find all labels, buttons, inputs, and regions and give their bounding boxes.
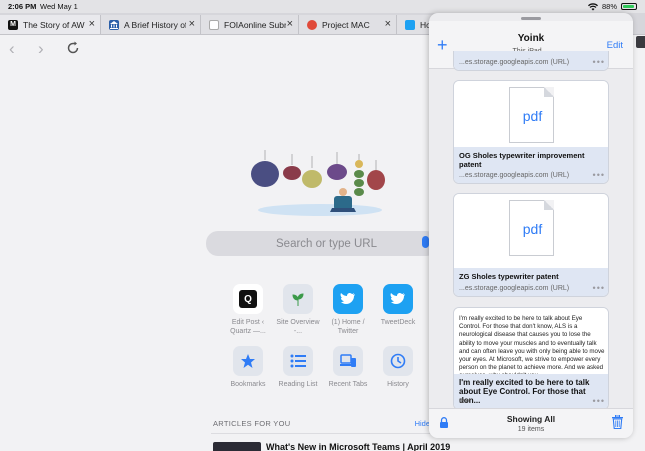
pdf-document-icon: pdf — [509, 87, 554, 143]
wifi-icon — [587, 2, 598, 10]
favorite-twitter-home[interactable]: (1) Home / Twitter — [322, 284, 374, 336]
yoink-item[interactable]: pdf ZG Sholes typewriter patent ...es.st… — [453, 193, 609, 297]
tab-label: The Story of AWS — [23, 19, 85, 30]
clock-icon — [383, 346, 413, 376]
google-doodle-image[interactable] — [248, 150, 390, 218]
search-placeholder: Search or type URL — [276, 237, 377, 250]
item-source: text — [459, 398, 471, 405]
pdf-document-icon: pdf — [509, 200, 554, 256]
item-meta: ...es.storage.googleapis.com (URL) ••• — [454, 51, 608, 70]
status-bar: 2:06 PM Wed May 1 88% — [0, 0, 645, 13]
item-preview: I'm really excited to be here to talk ab… — [454, 308, 608, 379]
reload-icon[interactable] — [66, 41, 80, 55]
close-icon[interactable]: × — [89, 18, 95, 30]
text-preview: I'm really excited to be here to talk ab… — [459, 315, 605, 379]
forward-button[interactable]: › — [38, 39, 44, 59]
item-meta: OG Sholes typewriter improvement patent … — [454, 147, 608, 183]
trash-icon[interactable] — [612, 415, 623, 429]
yoink-panel: + Yoink This iPad ⌄ Edit ...es.storage.g… — [429, 13, 633, 438]
devices-icon — [333, 346, 363, 376]
favorite-label: History — [387, 381, 409, 388]
yoink-item[interactable]: I'm really excited to be here to talk ab… — [453, 307, 609, 410]
more-icon[interactable]: ••• — [593, 396, 605, 406]
favorite-label: TweetDeck — [380, 319, 416, 326]
item-title: I'm really excited to be here to talk ab… — [459, 378, 590, 405]
star-icon — [233, 346, 263, 376]
tab-foiaonline[interactable]: FOIAonline Subm × — [201, 15, 299, 34]
tab-label: A Brief History of — [124, 19, 186, 30]
item-source: ...es.storage.googleapis.com (URL) — [459, 285, 570, 292]
item-source: ...es.storage.googleapis.com (URL) — [459, 172, 570, 179]
favorite-label: Recent Tabs — [328, 381, 368, 388]
item-count: 19 items — [517, 426, 545, 433]
yoink-footer: Showing All 19 items — [429, 408, 633, 438]
museum-favicon-icon — [109, 19, 119, 30]
favorite-recent-tabs[interactable]: Recent Tabs — [322, 346, 374, 389]
yoink-item[interactable]: ...es.storage.googleapis.com (URL) ••• — [453, 51, 609, 71]
favorite-label: Bookmarks — [230, 381, 266, 388]
item-title: ZG Sholes typewriter patent — [459, 272, 559, 281]
more-icon[interactable]: ••• — [593, 283, 605, 293]
articles-section: ARTICLES FOR YOU Hide What's New in Micr… — [206, 414, 450, 451]
favorite-site-overview[interactable]: Site Overview -... — [272, 284, 324, 336]
close-icon[interactable]: × — [385, 18, 391, 30]
favorite-label: (1) Home / Twitter — [331, 319, 365, 335]
favorite-label: Reading List — [278, 381, 318, 388]
article-thumbnail[interactable] — [213, 442, 261, 451]
back-button[interactable]: ‹ — [9, 39, 15, 59]
share-edge-icon[interactable] — [636, 36, 645, 48]
filter-title[interactable]: Showing All — [429, 414, 633, 424]
twitter-icon — [333, 284, 363, 314]
favorite-bookmarks[interactable]: Bookmarks — [222, 346, 274, 389]
status-right: 88% — [587, 2, 637, 11]
battery-percent: 88% — [601, 2, 617, 11]
item-meta: I'm really excited to be here to talk ab… — [454, 374, 608, 409]
plant-icon — [283, 284, 313, 314]
microphone-icon[interactable] — [422, 236, 429, 248]
more-icon[interactable]: ••• — [593, 57, 605, 67]
article-title[interactable]: What's New in Microsoft Teams | April 20… — [266, 442, 450, 451]
tab-project-mac[interactable]: Project MAC × — [299, 15, 397, 34]
favorite-label: Site Overview -... — [276, 319, 320, 335]
item-source: ...es.storage.googleapis.com (URL) — [459, 59, 570, 66]
search-input[interactable]: Search or type URL — [206, 231, 438, 256]
favorite-history[interactable]: History — [372, 346, 424, 389]
hide-articles-button[interactable]: Hide — [415, 419, 430, 428]
favorite-tweetdeck[interactable]: TweetDeck — [372, 284, 424, 327]
twitter-icon — [383, 284, 413, 314]
close-icon[interactable]: × — [287, 18, 293, 30]
tab-brief-history[interactable]: A Brief History of × — [101, 15, 201, 34]
mit-favicon-icon — [307, 19, 317, 30]
edit-button[interactable]: Edit — [607, 40, 623, 51]
item-title: OG Sholes typewriter improvement patent — [459, 151, 585, 169]
item-preview: pdf — [454, 81, 608, 149]
navigation-bar: ‹ › — [0, 35, 430, 63]
item-meta: ZG Sholes typewriter patent ...es.storag… — [454, 268, 608, 296]
divider — [211, 433, 431, 434]
close-icon[interactable]: × — [189, 18, 195, 30]
medium-favicon-icon: M — [8, 19, 18, 30]
document-favicon-icon — [209, 19, 219, 30]
favorite-label: Edit Post ‹ Quartz —... — [230, 319, 266, 335]
quartz-icon: Q — [233, 284, 263, 314]
status-date: Wed May 1 — [40, 2, 78, 11]
more-icon[interactable]: ••• — [593, 170, 605, 180]
twitter-favicon-icon — [405, 19, 415, 30]
tab-label: FOIAonline Subm — [224, 19, 286, 30]
yoink-item[interactable]: pdf OG Sholes typewriter improvement pat… — [453, 80, 609, 184]
tab-label: Project MAC — [322, 19, 370, 30]
favorite-edit-post[interactable]: Q Edit Post ‹ Quartz —... — [222, 284, 274, 336]
favorite-reading-list[interactable]: Reading List — [272, 346, 324, 389]
articles-heading: ARTICLES FOR YOU — [213, 419, 291, 428]
drag-handle[interactable] — [521, 17, 541, 20]
battery-icon — [621, 3, 637, 10]
status-time: 2:06 PM — [8, 2, 37, 11]
list-icon — [283, 346, 313, 376]
yoink-title: Yoink — [517, 33, 545, 44]
ipad-screen: 2:06 PM Wed May 1 88% M The Story of AWS… — [0, 0, 645, 451]
tab-story-of-aws[interactable]: M The Story of AWS × — [0, 15, 101, 34]
item-preview: pdf — [454, 194, 608, 270]
